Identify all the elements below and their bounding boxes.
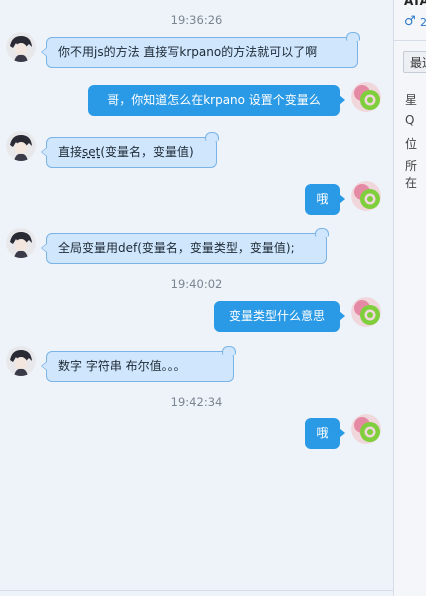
message-bubble[interactable]: 全局变量用def(变量名，变量类型，变量值); <box>41 228 329 264</box>
message-bubble[interactable]: 变量类型什么意思 <box>214 301 345 332</box>
info-label-q: Q <box>405 113 415 127</box>
contact-avatar[interactable] <box>6 32 36 62</box>
message-bubble[interactable]: 数字 字符串 布尔值。。。 <box>41 346 236 382</box>
contact-name: ATA <box>404 0 426 8</box>
message-text: 全局变量用def(变量名，变量类型，变量值); <box>58 241 295 255</box>
gender-extra: 2 <box>420 16 426 29</box>
info-label-position: 位 <box>405 137 418 151</box>
timestamp: 19:40:02 <box>170 277 223 291</box>
panel-divider <box>394 40 426 41</box>
recent-button[interactable]: 最近 <box>403 51 426 73</box>
message-bubble[interactable]: 哦 <box>305 184 345 215</box>
set-keyword: set <box>82 145 101 159</box>
message-bubble[interactable]: 哦 <box>305 418 345 449</box>
my-avatar[interactable] <box>351 82 381 112</box>
chat-area: 19:36:26 你不用js的方法 直接写krpano的方法就可以了啊 哥，你知… <box>0 0 393 596</box>
message-text: 变量类型什么意思 <box>228 309 325 323</box>
message-bubble[interactable]: 你不用js的方法 直接写krpano的方法就可以了啊 <box>41 32 360 68</box>
message-bubble[interactable]: 直接set(变量名，变量值) <box>41 132 219 168</box>
my-avatar[interactable] <box>351 414 381 444</box>
my-avatar[interactable] <box>351 181 381 211</box>
message-text: 哦 <box>316 192 329 206</box>
input-divider <box>0 590 393 591</box>
info-label-location: 所在 <box>405 159 418 190</box>
message-text: 直接set(变量名，变量值) <box>58 145 194 159</box>
contact-avatar[interactable] <box>6 131 36 161</box>
message-text: 你不用js的方法 直接写krpano的方法就可以了啊 <box>58 45 318 59</box>
message-text: 数字 字符串 布尔值。。。 <box>58 359 186 373</box>
my-avatar[interactable] <box>351 297 381 327</box>
contact-info-panel: ATA ♂ 2 最近 星 Q 位 所在 <box>393 0 426 596</box>
timestamp: 19:36:26 <box>170 13 223 27</box>
contact-avatar[interactable] <box>6 228 36 258</box>
timestamp: 19:42:34 <box>170 395 223 409</box>
message-bubble[interactable]: 哥，你知道怎么在krpano 设置个变量么 <box>88 85 345 116</box>
contact-avatar[interactable] <box>6 346 36 376</box>
message-text: 哥，你知道怎么在krpano 设置个变量么 <box>107 93 321 107</box>
gender-icon: ♂ <box>404 14 416 29</box>
info-label-star: 星 <box>405 93 418 107</box>
message-text: 哦 <box>316 426 329 440</box>
